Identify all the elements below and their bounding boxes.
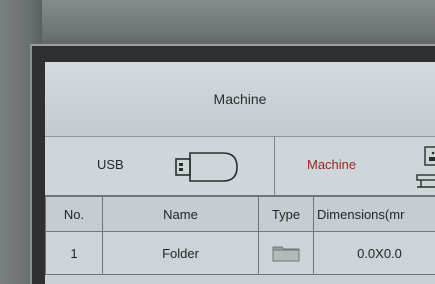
tab-usb[interactable]: USB xyxy=(45,137,275,195)
column-header-no: No. xyxy=(45,196,103,232)
cell-no: 1 xyxy=(45,231,103,275)
hmi-screen: Machine USB Machine No. Name Type Dimens… xyxy=(45,62,435,284)
tab-usb-label: USB xyxy=(97,157,124,172)
usb-drive-icon xyxy=(175,152,238,182)
column-header-dimensions: Dimensions(mr xyxy=(313,196,435,232)
embroidery-machine-icon xyxy=(416,146,435,188)
folder-icon xyxy=(272,246,300,262)
file-table: No. Name Type Dimensions(mr 1 Folder 0.0… xyxy=(45,196,435,275)
cell-type xyxy=(258,231,314,275)
table-row[interactable]: 1 Folder 0.0X0.0 xyxy=(45,231,435,275)
column-header-type: Type xyxy=(258,196,314,232)
device-bezel-top xyxy=(0,0,435,50)
tab-machine[interactable]: Machine xyxy=(275,137,435,195)
device-photo: Machine USB Machine No. Name Type Dimens… xyxy=(0,0,435,284)
cell-name: Folder xyxy=(102,231,259,275)
page-title: Machine xyxy=(213,91,267,107)
table-header-row: No. Name Type Dimensions(mr xyxy=(45,196,435,232)
column-header-name: Name xyxy=(102,196,259,232)
cell-dimensions: 0.0X0.0 xyxy=(313,231,435,275)
storage-tabs: USB Machine xyxy=(45,137,435,196)
title-bar: Machine xyxy=(45,62,435,137)
tab-machine-label: Machine xyxy=(307,157,357,172)
